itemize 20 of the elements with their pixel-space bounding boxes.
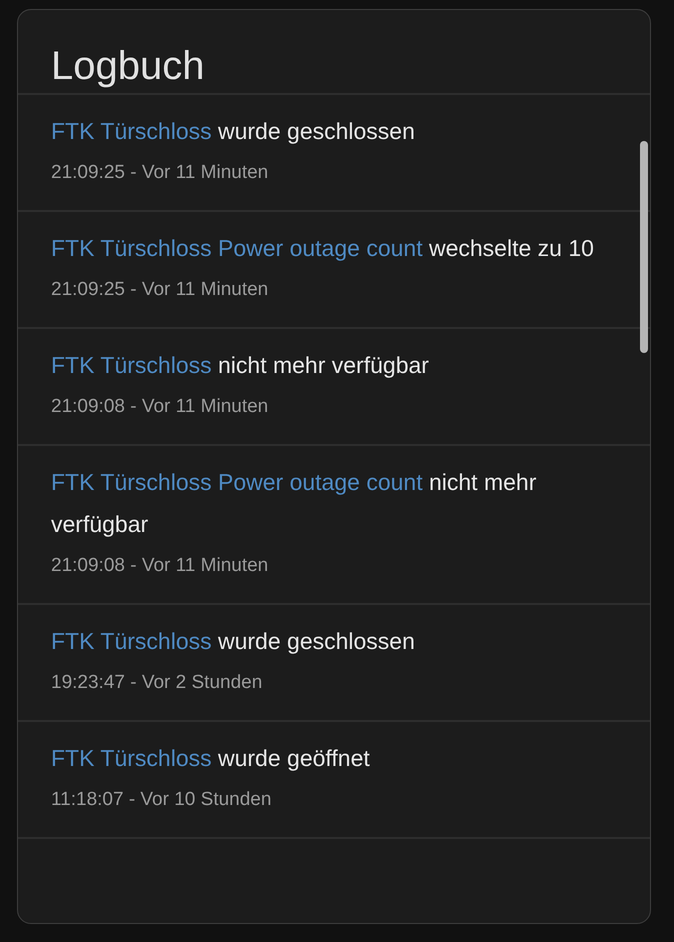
entity-link[interactable]: FTK Türschloss: [51, 628, 212, 654]
entity-link[interactable]: FTK Türschloss: [51, 352, 212, 378]
log-time: 21:09:25 - Vor 11 Minuten: [51, 161, 270, 185]
entity-link[interactable]: FTK Türschloss Power outage count: [51, 469, 423, 495]
log-time: 21:09:25 - Vor 11 Minuten: [51, 278, 270, 302]
log-message: FTK Türschloss nicht mehr verfügbar: [51, 351, 430, 380]
log-time: 11:18:07 - Vor 10 Stunden: [51, 788, 272, 812]
scrollbar-thumb[interactable]: [640, 141, 648, 353]
log-time: 19:23:47 - Vor 2 Stunden: [51, 671, 264, 695]
log-message: FTK Türschloss wurde geschlossen: [51, 627, 416, 656]
log-message: FTK Türschloss Power outage count nicht mehr verfügbar: [51, 468, 538, 539]
log-message: FTK Türschloss wurde geöffnet: [51, 744, 371, 773]
log-message: FTK Türschloss wurde geschlossen: [51, 117, 416, 146]
entity-link[interactable]: FTK Türschloss Power outage count: [51, 235, 423, 261]
log-time: 21:09:08 - Vor 11 Minuten: [51, 395, 270, 419]
entity-link[interactable]: FTK Türschloss: [51, 745, 212, 771]
log-message: FTK Türschloss Power outage count wechselte zu 10: [51, 234, 595, 263]
log-time: 21:09:08 - Vor 11 Minuten: [51, 554, 270, 578]
card-title: Logbuch: [18, 10, 650, 95]
entity-link[interactable]: FTK Türschloss: [51, 118, 212, 144]
